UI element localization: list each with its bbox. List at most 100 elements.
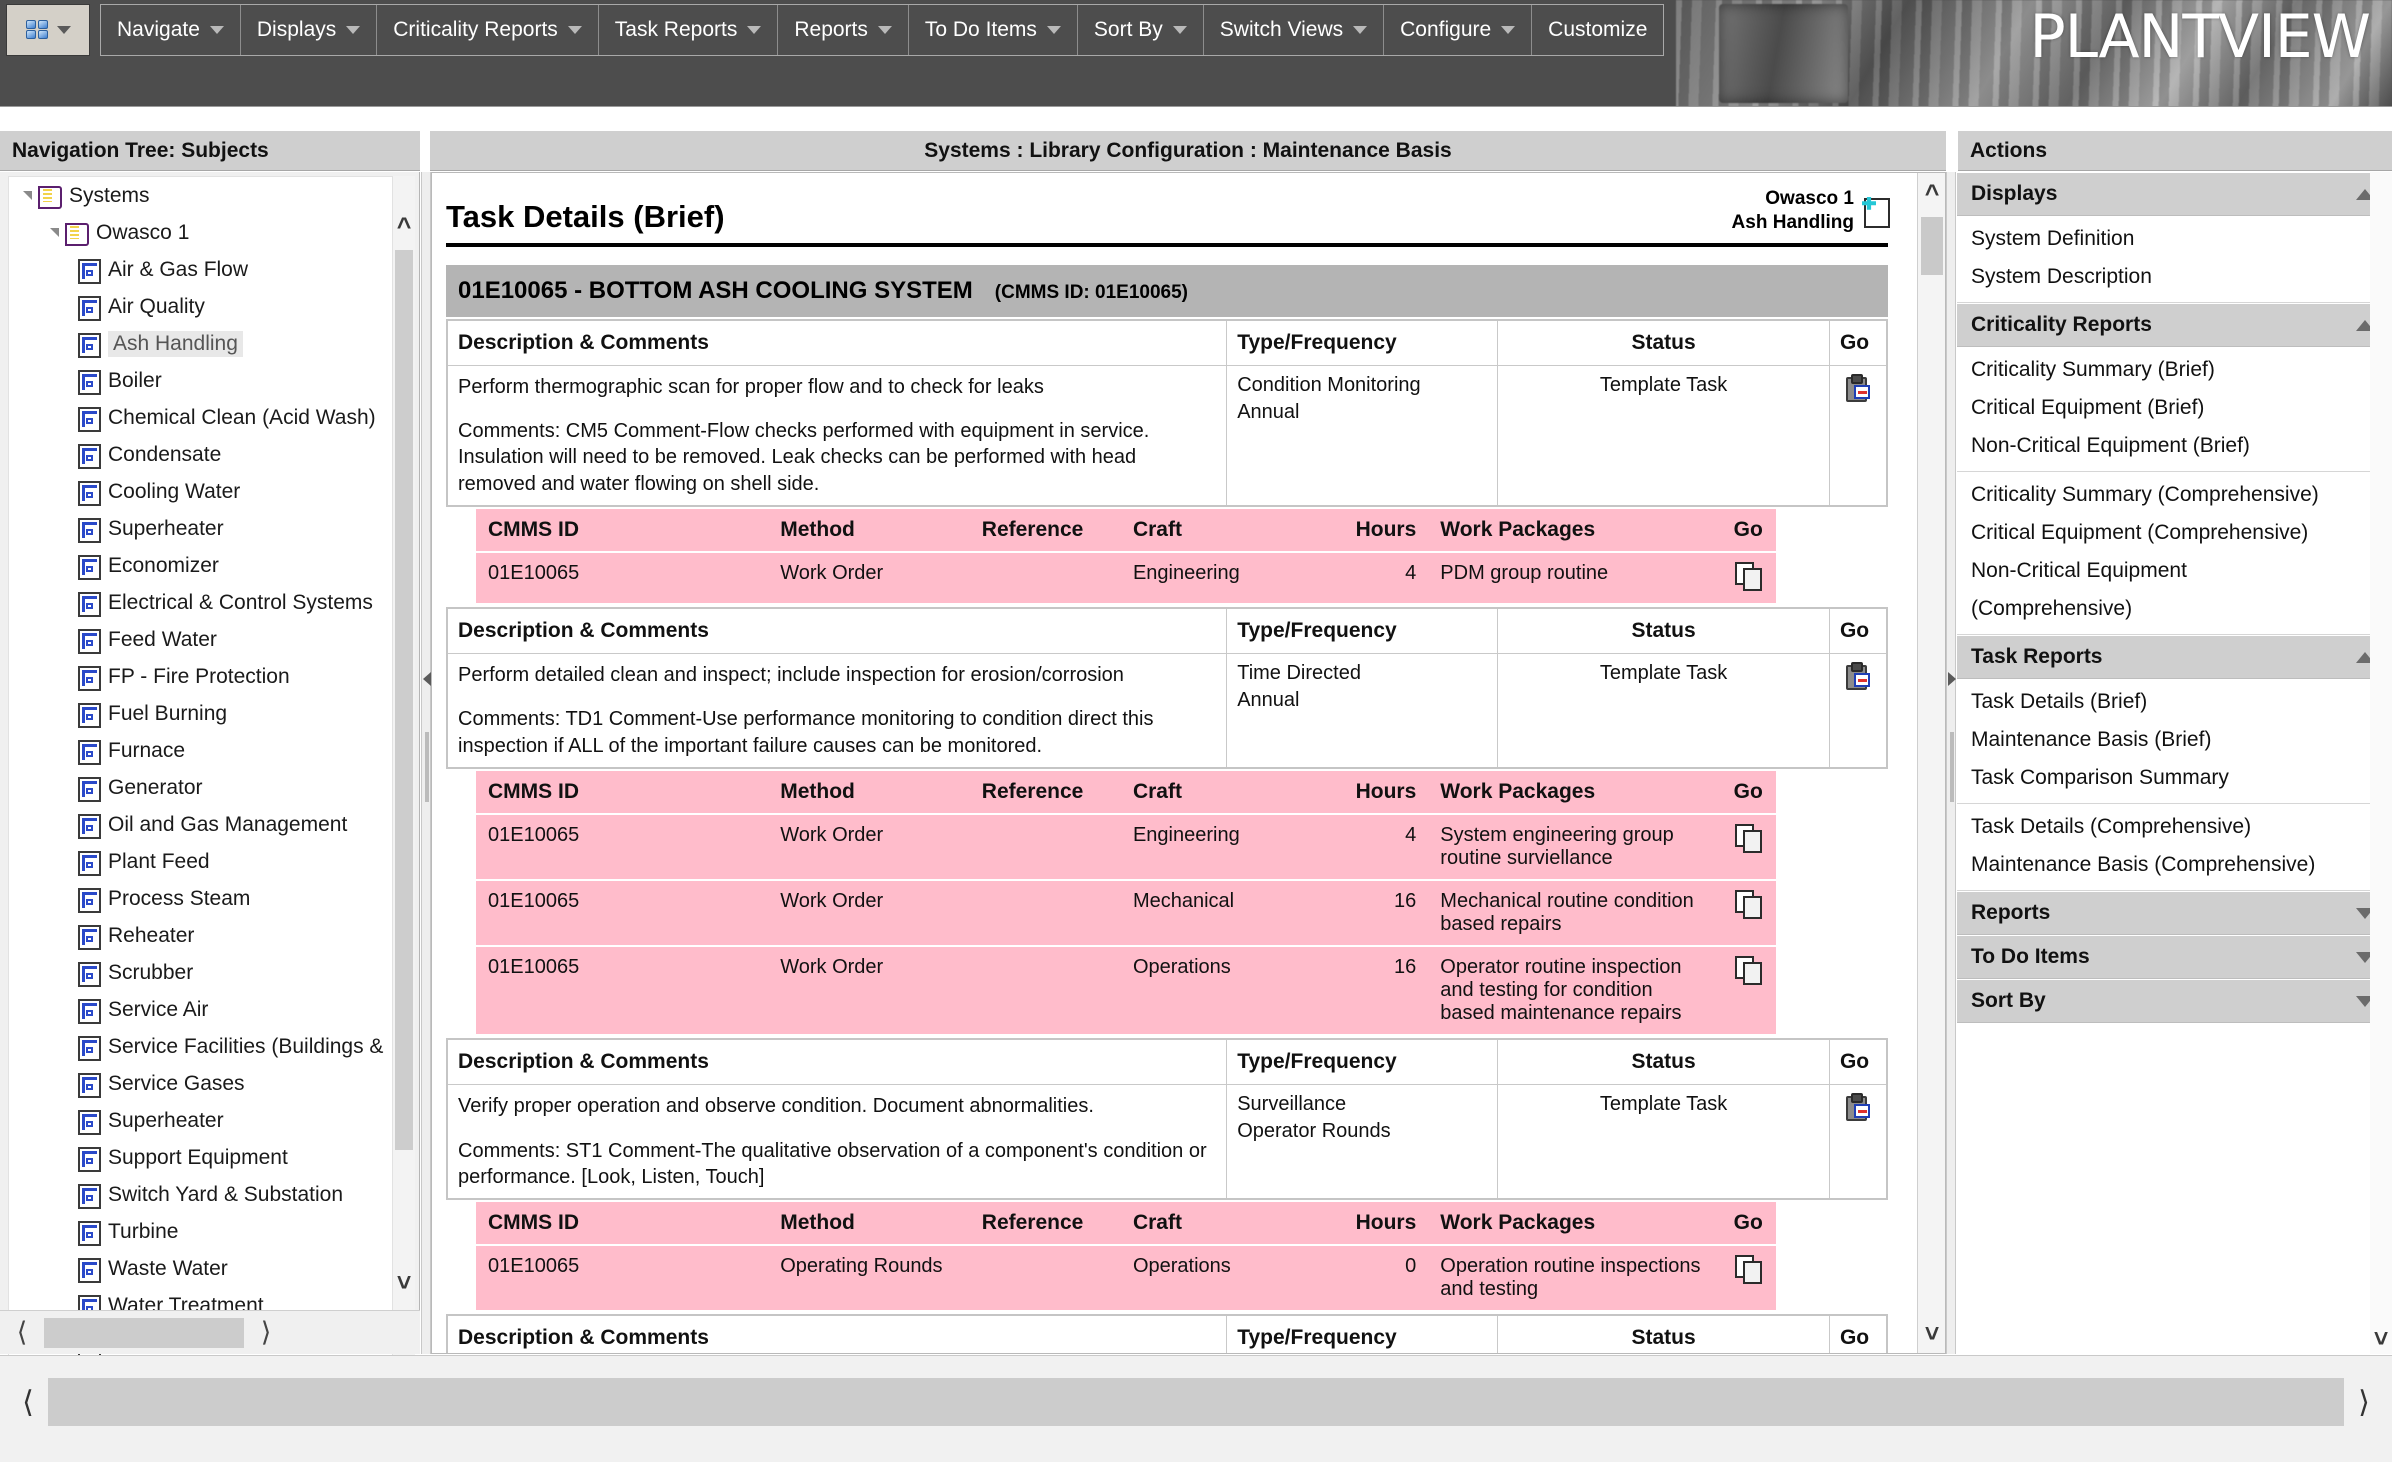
- scrollbar-thumb[interactable]: [48, 1378, 2344, 1426]
- menu-item-reports[interactable]: Reports: [778, 5, 909, 55]
- copy-go-icon[interactable]: [1735, 890, 1763, 920]
- actions-section-sort-by[interactable]: Sort By: [1957, 979, 2392, 1023]
- menu-item-configure[interactable]: Configure: [1384, 5, 1533, 55]
- actions-item-maintenance-basis-comprehensive[interactable]: Maintenance Basis (Comprehensive): [1957, 846, 2392, 884]
- tree-item-reheater[interactable]: Reheater: [9, 917, 392, 954]
- tree-item-ash-handling[interactable]: Ash Handling: [9, 325, 392, 362]
- cell-go[interactable]: [1828, 1084, 1888, 1200]
- menu-item-customize[interactable]: Customize: [1532, 5, 1663, 55]
- cell-go[interactable]: [1720, 946, 1776, 1036]
- tree-item-scrubber[interactable]: Scrubber: [9, 954, 392, 991]
- tree-item-plant-feed[interactable]: Plant Feed: [9, 843, 392, 880]
- scroll-left-icon[interactable]: ⟨: [0, 1317, 44, 1348]
- splitter-grip[interactable]: [425, 732, 429, 802]
- actions-item-system-definition[interactable]: System Definition: [1957, 220, 2392, 258]
- menu-item-to-do-items[interactable]: To Do Items: [909, 5, 1078, 55]
- scrollbar-thumb[interactable]: [44, 1317, 244, 1348]
- copy-go-icon[interactable]: [1735, 824, 1763, 854]
- tree-item-switch-yard-substation[interactable]: Switch Yard & Substation: [9, 1176, 392, 1213]
- actions-item--comprehensive[interactable]: (Comprehensive): [1957, 590, 2392, 628]
- tree-item-systems[interactable]: Systems: [9, 177, 392, 214]
- cell-go[interactable]: [1828, 364, 1888, 507]
- tree-item-process-steam[interactable]: Process Steam: [9, 880, 392, 917]
- actions-section-task-reports[interactable]: Task Reports: [1957, 635, 2392, 679]
- tree-item-furnace[interactable]: Furnace: [9, 732, 392, 769]
- left-splitter[interactable]: [421, 172, 431, 1354]
- app-menu-button[interactable]: [6, 4, 90, 56]
- tree-item-fuel-burning[interactable]: Fuel Burning: [9, 695, 392, 732]
- tree-item-superheater[interactable]: Superheater: [9, 510, 392, 547]
- tree-item-service-facilities-buildings[interactable]: Service Facilities (Buildings &: [9, 1028, 392, 1065]
- scroll-up-icon[interactable]: ^: [393, 212, 415, 242]
- menu-item-switch-views[interactable]: Switch Views: [1204, 5, 1385, 55]
- cell-go[interactable]: [1720, 552, 1776, 605]
- tree-item-oil-and-gas-management[interactable]: Oil and Gas Management: [9, 806, 392, 843]
- scroll-left-icon[interactable]: ⟨: [8, 1385, 48, 1420]
- navtree-horizontal-scrollbar[interactable]: ⟨ ⟩: [0, 1310, 420, 1354]
- tree-item-electrical-control-systems[interactable]: Electrical & Control Systems: [9, 584, 392, 621]
- tree-item-feed-water[interactable]: Feed Water: [9, 621, 392, 658]
- tree-item-service-gases[interactable]: Service Gases: [9, 1065, 392, 1102]
- tree-item-service-air[interactable]: Service Air: [9, 991, 392, 1028]
- cell-go[interactable]: [1720, 880, 1776, 947]
- page-horizontal-scrollbar[interactable]: ⟨ ⟩: [8, 1374, 2384, 1430]
- actions-item-criticality-summary-brief[interactable]: Criticality Summary (Brief): [1957, 351, 2392, 389]
- scroll-down-icon[interactable]: ˅: [393, 1268, 415, 1298]
- actions-section-displays[interactable]: Displays: [1957, 172, 2392, 216]
- actions-item-task-details-comprehensive[interactable]: Task Details (Comprehensive): [1957, 808, 2392, 846]
- actions-section-reports[interactable]: Reports: [1957, 891, 2392, 935]
- scroll-right-icon[interactable]: ⟩: [2344, 1385, 2384, 1420]
- tree-item-turbine[interactable]: Turbine: [9, 1213, 392, 1250]
- tree-item-generator[interactable]: Generator: [9, 769, 392, 806]
- tree-item-support-equipment[interactable]: Support Equipment: [9, 1139, 392, 1176]
- right-splitter[interactable]: [1946, 172, 1956, 1354]
- tree-item-owasco-1[interactable]: Owasco 1: [9, 214, 392, 251]
- expand-collapse-triangle-icon[interactable]: [50, 228, 59, 237]
- scrollbar-thumb[interactable]: [1921, 217, 1943, 275]
- tree-item-air-quality[interactable]: Air Quality: [9, 288, 392, 325]
- menu-item-task-reports[interactable]: Task Reports: [599, 5, 779, 55]
- scrollbar-thumb[interactable]: [395, 250, 413, 1150]
- menu-item-criticality-reports[interactable]: Criticality Reports: [377, 5, 599, 55]
- tree-item-waste-water[interactable]: Waste Water: [9, 1250, 392, 1287]
- actions-item-task-comparison-summary[interactable]: Task Comparison Summary: [1957, 759, 2392, 797]
- actions-item-maintenance-basis-brief[interactable]: Maintenance Basis (Brief): [1957, 721, 2392, 759]
- tree-item-condensate[interactable]: Condensate: [9, 436, 392, 473]
- expand-collapse-triangle-icon[interactable]: [23, 191, 32, 200]
- collapse-right-arrow-icon[interactable]: [1948, 672, 1956, 686]
- copy-go-icon[interactable]: [1735, 956, 1763, 986]
- tree-item-boiler[interactable]: Boiler: [9, 362, 392, 399]
- tree-item-fp-fire-protection[interactable]: FP - Fire Protection: [9, 658, 392, 695]
- actions-vertical-scrollbar[interactable]: ˅: [2370, 172, 2392, 1354]
- collapse-left-arrow-icon[interactable]: [423, 672, 431, 686]
- report-vertical-scrollbar[interactable]: ^ ˅: [1917, 173, 1945, 1353]
- splitter-grip[interactable]: [1950, 732, 1954, 802]
- tree-item-economizer[interactable]: Economizer: [9, 547, 392, 584]
- actions-item-task-details-brief[interactable]: Task Details (Brief): [1957, 683, 2392, 721]
- cell-go[interactable]: [1828, 653, 1888, 769]
- scroll-up-icon[interactable]: ^: [1918, 179, 1945, 209]
- scroll-down-icon[interactable]: ˅: [2370, 1324, 2392, 1354]
- actions-section-to-do-items[interactable]: To Do Items: [1957, 935, 2392, 979]
- scroll-right-icon[interactable]: ⟩: [244, 1317, 288, 1348]
- actions-item-critical-equipment-comprehensive[interactable]: Critical Equipment (Comprehensive): [1957, 514, 2392, 552]
- network-document-icon[interactable]: [1862, 196, 1890, 228]
- clipboard-go-icon[interactable]: [1845, 662, 1871, 691]
- menu-item-navigate[interactable]: Navigate: [101, 5, 241, 55]
- tree-item-chemical-clean-acid-wash[interactable]: Chemical Clean (Acid Wash): [9, 399, 392, 436]
- menu-item-displays[interactable]: Displays: [241, 5, 378, 55]
- actions-item-critical-equipment-brief[interactable]: Critical Equipment (Brief): [1957, 389, 2392, 427]
- scroll-down-icon[interactable]: ˅: [1918, 1319, 1945, 1349]
- clipboard-go-icon[interactable]: [1845, 1093, 1871, 1122]
- tree-item-cooling-water[interactable]: Cooling Water: [9, 473, 392, 510]
- navtree-vertical-scrollbar[interactable]: ^ ˅: [393, 176, 415, 1356]
- menu-item-sort-by[interactable]: Sort By: [1078, 5, 1204, 55]
- copy-go-icon[interactable]: [1735, 562, 1763, 592]
- copy-go-icon[interactable]: [1735, 1255, 1763, 1285]
- clipboard-go-icon[interactable]: [1845, 373, 1871, 402]
- actions-item-criticality-summary-comprehensive[interactable]: Criticality Summary (Comprehensive): [1957, 476, 2392, 514]
- actions-item-non-critical-equipment-brief[interactable]: Non-Critical Equipment (Brief): [1957, 427, 2392, 465]
- tree-item-air-gas-flow[interactable]: Air & Gas Flow: [9, 251, 392, 288]
- actions-item-system-description[interactable]: System Description: [1957, 258, 2392, 296]
- actions-item-non-critical-equipment[interactable]: Non-Critical Equipment: [1957, 552, 2392, 590]
